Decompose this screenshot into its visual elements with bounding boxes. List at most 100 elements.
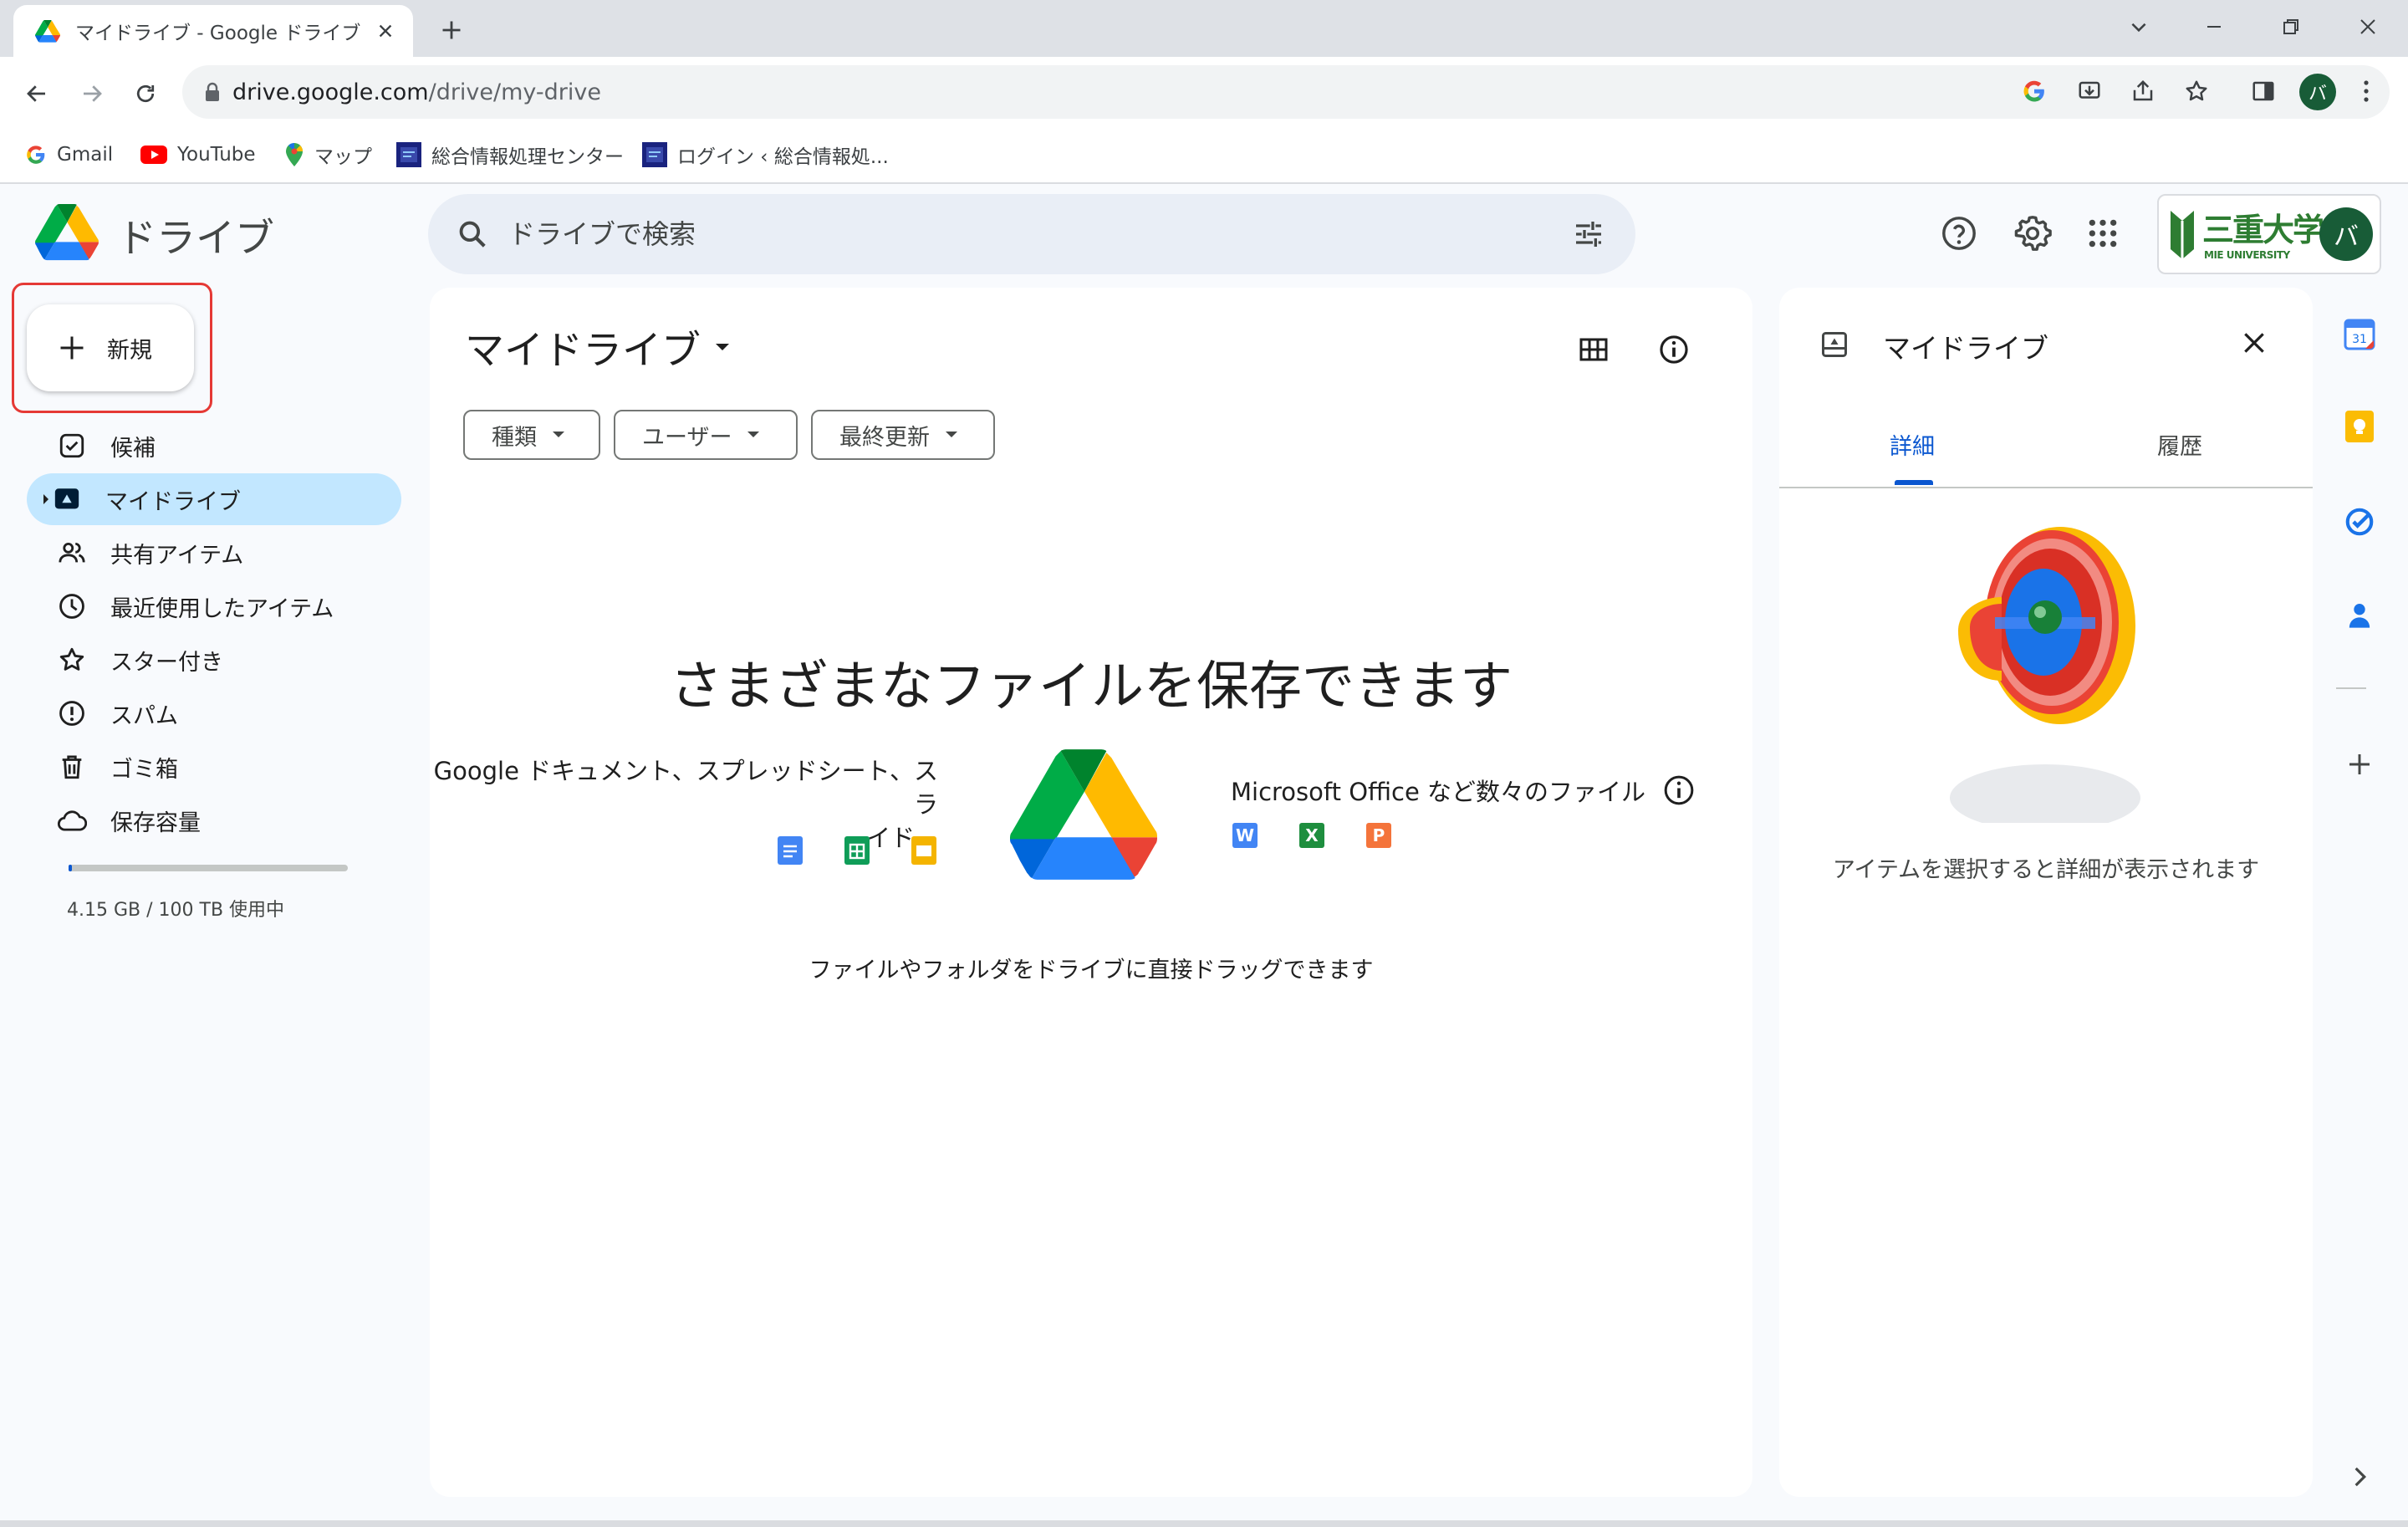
nav-item-trash[interactable]: ゴミ箱 bbox=[27, 741, 401, 793]
bookmark-star-icon[interactable] bbox=[2184, 79, 2209, 104]
caret-down-icon bbox=[714, 342, 731, 352]
browser-tab[interactable]: マイドライブ - Google ドライブ bbox=[13, 5, 413, 57]
tab-close-icon[interactable] bbox=[376, 22, 395, 40]
drive-outline-icon bbox=[1819, 329, 1849, 360]
org-logo-sub: MIE UNIVERSITY bbox=[2204, 249, 2290, 261]
spam-icon bbox=[57, 698, 87, 728]
profile-avatar[interactable]: バ bbox=[2299, 74, 2336, 110]
details-panel-title: マイドライブ bbox=[1883, 332, 2048, 365]
forward-icon[interactable] bbox=[72, 74, 112, 114]
side-panel-icon[interactable] bbox=[2251, 79, 2276, 104]
tab-activity[interactable]: 履歴 bbox=[2157, 428, 2202, 461]
bookmark-youtube[interactable]: YouTube bbox=[140, 127, 256, 182]
contacts-icon[interactable] bbox=[2341, 597, 2378, 634]
drive-logo-icon[interactable] bbox=[35, 204, 99, 261]
rail-divider bbox=[2336, 687, 2366, 689]
nav-item-suggested[interactable]: 候補 bbox=[27, 420, 401, 472]
restore-icon[interactable] bbox=[2273, 8, 2309, 45]
drive-favicon-icon bbox=[35, 19, 60, 43]
highlight-box bbox=[12, 283, 212, 413]
site-favicon-icon bbox=[396, 142, 421, 167]
google-docs-icon bbox=[778, 836, 803, 865]
excel-icon: X bbox=[1299, 823, 1324, 848]
filter-modified-chip[interactable]: 最終更新 bbox=[811, 410, 995, 460]
account-switcher[interactable]: 三重大学 MIE UNIVERSITY バ bbox=[2157, 194, 2381, 274]
apps-grid-icon[interactable] bbox=[2087, 217, 2119, 249]
nav-item-my-drive[interactable]: マイドライブ bbox=[27, 473, 401, 525]
active-tab-indicator bbox=[1895, 480, 1933, 485]
nav-item-spam[interactable]: スパム bbox=[27, 687, 401, 739]
empty-state-title: さまざまなファイルを保存できます bbox=[670, 656, 1513, 717]
address-bar[interactable]: drive.google.com/drive/my-drive bbox=[182, 65, 2390, 119]
bookmark-gmail[interactable]: Gmail bbox=[25, 127, 113, 182]
lock-icon[interactable] bbox=[204, 82, 221, 102]
search-input[interactable] bbox=[507, 217, 1472, 251]
microsoft-files-label: Microsoft Office など数々のファイル bbox=[1231, 778, 1646, 806]
trash-icon bbox=[57, 752, 87, 782]
settings-gear-icon[interactable] bbox=[2013, 214, 2052, 253]
storage-bar bbox=[69, 865, 348, 871]
google-slides-icon bbox=[911, 836, 936, 865]
shared-icon bbox=[57, 538, 87, 568]
nav-item-shared[interactable]: 共有アイテム bbox=[27, 527, 401, 579]
calendar-day: 31 bbox=[2352, 333, 2367, 346]
reload-icon[interactable] bbox=[125, 74, 166, 114]
grid-view-icon[interactable] bbox=[1572, 328, 1615, 371]
search-options-icon[interactable] bbox=[1572, 217, 1605, 251]
minimize-icon[interactable] bbox=[2196, 8, 2232, 45]
tab-details[interactable]: 詳細 bbox=[1890, 428, 1935, 461]
tasks-icon[interactable] bbox=[2341, 503, 2378, 540]
share-icon[interactable] bbox=[2130, 79, 2155, 104]
cloud-icon bbox=[57, 805, 87, 835]
bookmark-maps[interactable]: マップ bbox=[284, 127, 372, 182]
account-avatar[interactable]: バ bbox=[2319, 207, 2373, 261]
word-icon: W bbox=[1232, 823, 1258, 848]
google-lens-icon[interactable] bbox=[2022, 79, 2047, 104]
chevron-right-icon[interactable] bbox=[2346, 1463, 2373, 1490]
keep-icon[interactable] bbox=[2341, 408, 2378, 445]
details-empty-message: アイテムを選択すると詳細が表示されます bbox=[1832, 857, 2260, 883]
bookmark-info-center[interactable]: 総合情報処理センター bbox=[396, 127, 624, 182]
nav-item-starred[interactable]: スター付き bbox=[27, 634, 401, 686]
my-drive-icon bbox=[52, 484, 82, 514]
google-sheets-icon bbox=[844, 836, 870, 865]
close-icon[interactable] bbox=[2232, 321, 2276, 365]
calendar-icon[interactable]: 31 bbox=[2341, 316, 2378, 353]
install-app-icon[interactable] bbox=[2077, 79, 2102, 104]
browser-menu-icon[interactable] bbox=[2361, 79, 2371, 104]
info-icon[interactable] bbox=[1652, 328, 1696, 371]
nav-item-storage[interactable]: 保存容量 bbox=[27, 794, 401, 846]
search-icon[interactable] bbox=[457, 218, 488, 250]
drive-large-logo-icon bbox=[1010, 749, 1157, 881]
tab-title: マイドライブ - Google ドライブ bbox=[75, 23, 361, 44]
help-icon[interactable] bbox=[1940, 214, 1978, 253]
nav-item-recent[interactable]: 最近使用したアイテム bbox=[27, 580, 401, 632]
mie-university-logo bbox=[2171, 211, 2194, 259]
google-g-icon bbox=[27, 146, 45, 164]
window-close-icon[interactable] bbox=[2349, 8, 2386, 45]
info-icon[interactable] bbox=[1662, 774, 1696, 807]
filter-user-chip[interactable]: ユーザー bbox=[614, 410, 798, 460]
tab-search-icon[interactable] bbox=[2120, 8, 2157, 45]
new-tab-icon[interactable] bbox=[433, 12, 470, 49]
main-title-button[interactable]: マイドライブ bbox=[465, 318, 731, 375]
expand-arrow-icon[interactable] bbox=[42, 493, 50, 505]
powerpoint-icon: P bbox=[1366, 823, 1391, 848]
filter-type-chip[interactable]: 種類 bbox=[463, 410, 600, 460]
drag-drop-hint: ファイルやフォルダをドライブに直接ドラッグできます bbox=[809, 958, 1374, 983]
drive-app-name[interactable]: ドライブ bbox=[117, 206, 274, 263]
bookmark-login[interactable]: ログイン ‹ 総合情報処... bbox=[642, 127, 889, 182]
microsoft-files-text: Microsoft Office など数々のファイル bbox=[1231, 773, 1696, 808]
caret-down-icon bbox=[945, 431, 958, 439]
panel-divider bbox=[1779, 487, 2313, 488]
youtube-icon bbox=[140, 146, 167, 164]
window-bottom-edge bbox=[0, 1520, 2408, 1527]
search-bar[interactable] bbox=[428, 194, 1635, 274]
storage-usage-text: 4.15 GB / 100 TB 使用中 bbox=[67, 900, 285, 921]
clock-icon bbox=[57, 591, 87, 621]
star-icon bbox=[57, 645, 87, 675]
add-addon-icon[interactable] bbox=[2341, 746, 2378, 783]
url-text[interactable]: drive.google.com/drive/my-drive bbox=[232, 79, 601, 105]
org-logo-main: 三重大学 bbox=[2202, 212, 2324, 248]
back-icon[interactable] bbox=[17, 74, 57, 114]
